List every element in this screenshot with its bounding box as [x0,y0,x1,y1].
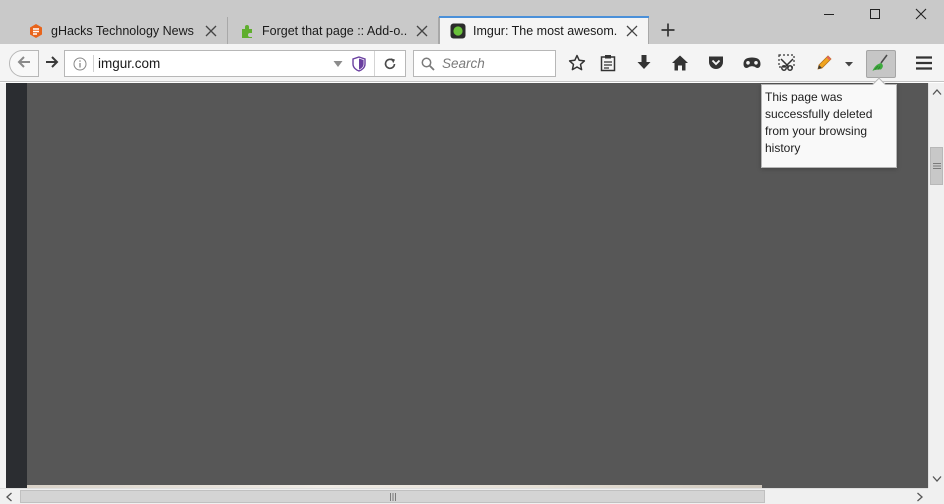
dropdown-arrow-icon[interactable] [328,51,348,76]
notification-message: This page was successfully deleted from … [765,90,873,155]
scroll-right-arrow-icon[interactable] [911,489,928,504]
page-left-panel [6,83,27,488]
window-close-button[interactable] [898,0,944,30]
close-tab-icon[interactable] [203,23,219,39]
forget-page-button[interactable] [866,50,896,78]
address-bar[interactable]: imgur.com [64,50,406,77]
vertical-scrollbar[interactable] [928,83,944,488]
horizontal-scrollbar[interactable] [0,488,928,504]
hamburger-menu-icon [915,55,933,74]
dropdown-arrow-icon [844,57,854,71]
main-menu-button[interactable] [911,51,937,77]
home-icon [671,54,689,75]
minimize-button[interactable] [806,0,852,30]
scrollbar-corner [928,488,944,504]
forward-button[interactable] [38,50,66,77]
downloads-button[interactable] [631,51,657,77]
url-text[interactable]: imgur.com [98,56,328,71]
tab-strip: gHacks Technology News Forget that page … [0,0,944,45]
minimize-icon [823,8,835,23]
separator [93,55,94,72]
back-button[interactable] [9,50,39,77]
close-tab-icon[interactable] [624,23,640,39]
reload-icon[interactable] [375,51,405,76]
private-browsing-button[interactable] [739,51,765,77]
pocket-icon [707,54,725,75]
home-button[interactable] [667,51,693,77]
scroll-left-arrow-icon[interactable] [0,489,17,504]
addon-puzzle-icon [239,23,255,39]
plus-icon [661,23,675,40]
search-bar[interactable] [413,50,556,77]
navigation-toolbar: imgur.com [0,44,944,82]
search-icon [416,51,440,76]
scissors-icon [778,53,798,75]
tab-title: Forget that page :: Add-o... [262,23,408,38]
star-icon [568,54,586,75]
popup-arrow [872,77,886,85]
shield-icon[interactable] [348,51,370,76]
forward-arrow-icon [44,54,60,73]
scroll-down-arrow-icon[interactable] [929,470,944,487]
maximize-icon [869,8,881,23]
tab-imgur[interactable]: Imgur: The most awesom... [439,16,649,45]
clipboard-icon [600,54,616,75]
info-icon[interactable] [68,51,92,76]
reading-list-button[interactable] [595,51,621,77]
overflow-dropdown-button[interactable] [838,51,860,77]
tab-title: gHacks Technology News [51,23,194,38]
pencil-icon [815,54,833,75]
tab-forget-that-page[interactable]: Forget that page :: Add-o... [229,17,439,44]
ghacks-icon [28,23,44,39]
edit-button[interactable] [811,51,837,77]
scroll-up-arrow-icon[interactable] [929,83,944,100]
tab-title: Imgur: The most awesom... [473,23,618,38]
maximize-button[interactable] [852,0,898,30]
back-arrow-icon [16,54,32,73]
horizontal-scroll-thumb[interactable] [20,490,765,503]
close-tab-icon[interactable] [414,23,430,39]
broom-icon [871,53,891,76]
forget-page-notification: This page was successfully deleted from … [761,84,897,168]
search-input[interactable] [440,52,550,75]
vertical-scroll-thumb[interactable] [930,147,943,185]
new-tab-button[interactable] [656,19,680,43]
mask-icon [742,55,762,74]
pocket-button[interactable] [703,51,729,77]
imgur-icon [450,23,466,39]
close-icon [915,8,927,23]
bookmark-star-button[interactable] [564,51,590,77]
download-arrow-icon [636,54,652,75]
screenshot-button[interactable] [775,51,801,77]
tab-ghacks[interactable]: gHacks Technology News [18,17,228,44]
